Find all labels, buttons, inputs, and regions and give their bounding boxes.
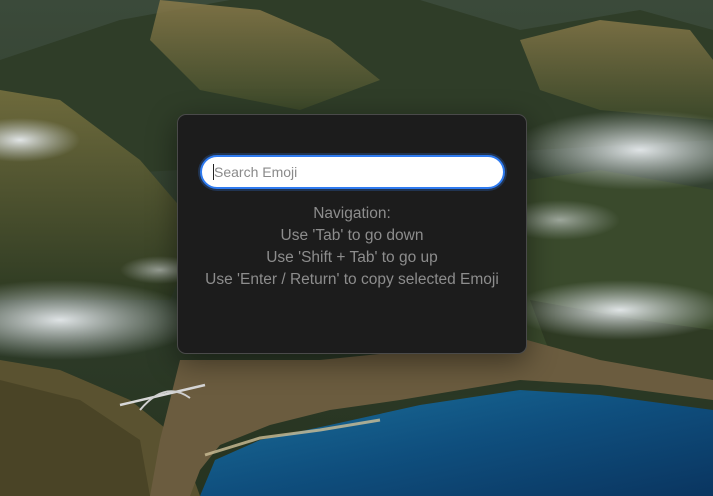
search-emoji-input[interactable] — [200, 155, 505, 189]
help-line-shift-tab: Use 'Shift + Tab' to go up — [266, 249, 438, 266]
help-line-tab: Use 'Tab' to go down — [280, 227, 424, 244]
help-line-enter: Use 'Enter / Return' to copy selected Em… — [205, 271, 499, 288]
navigation-help: Navigation: Use 'Tab' to go down Use 'Sh… — [178, 203, 526, 291]
text-cursor — [213, 164, 214, 180]
emoji-picker-panel: Navigation: Use 'Tab' to go down Use 'Sh… — [177, 114, 527, 354]
navigation-heading: Navigation: — [313, 205, 391, 222]
